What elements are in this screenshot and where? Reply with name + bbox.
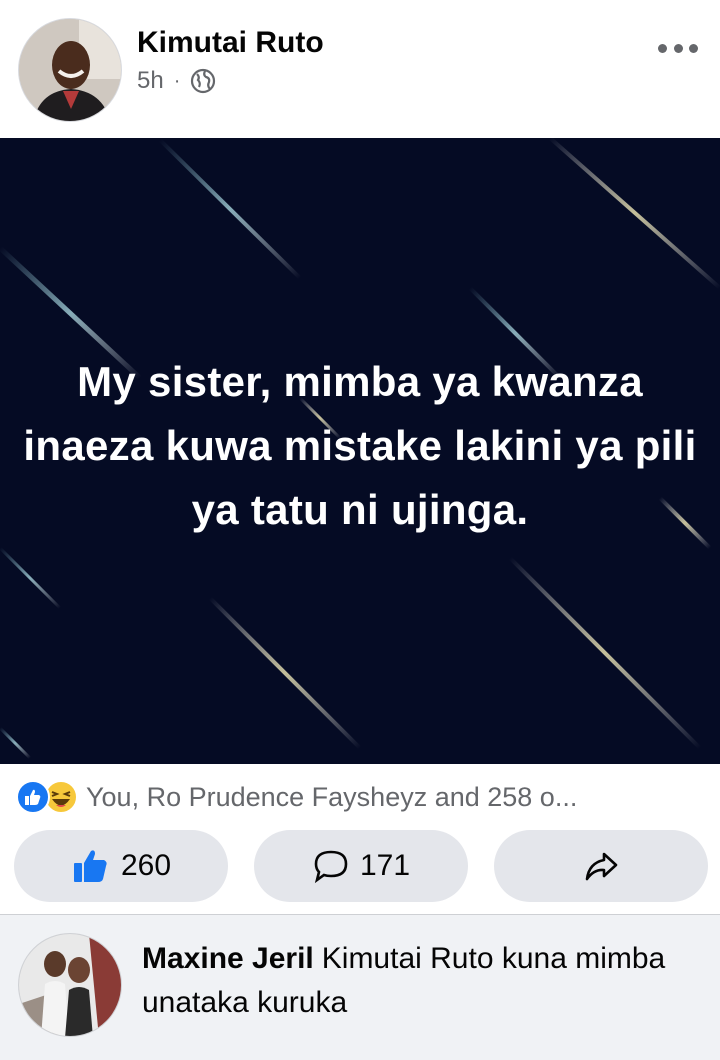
post-image-text: My sister, mimba ya kwanza inaeza kuwa m…: [23, 358, 697, 533]
post-image[interactable]: My sister, mimba ya kwanza inaeza kuwa m…: [0, 138, 720, 764]
comment-bubble-icon: [312, 847, 350, 885]
author-avatar[interactable]: [18, 18, 122, 122]
comment-count: 171: [359, 849, 411, 882]
globe-icon: [191, 68, 216, 94]
author-name[interactable]: Kimutai Ruto: [137, 26, 324, 60]
author-avatar-image: [19, 19, 121, 121]
reactions-summary[interactable]: You, Ro Prudence Faysheyz and 258 o...: [0, 764, 720, 830]
reactors-summary-text[interactable]: You, Ro Prudence Faysheyz and 258 o...: [86, 782, 686, 813]
post-time[interactable]: 5h: [137, 67, 164, 95]
more-options-icon[interactable]: [658, 38, 698, 58]
like-button[interactable]: 260: [14, 830, 228, 902]
meta-separator: ·: [173, 69, 181, 92]
like-reaction-icon: [16, 780, 50, 814]
post-actions: 260 171: [0, 830, 720, 906]
commenter-avatar-image: [19, 934, 121, 1036]
comment-author[interactable]: Maxine Jeril: [142, 942, 314, 975]
thumbs-up-icon: [71, 846, 111, 886]
comments-section: Maxine Jeril Kimutai Ruto kuna mimba unat…: [0, 915, 720, 1060]
commenter-avatar[interactable]: [18, 933, 122, 1037]
comment-body: Maxine Jeril Kimutai Ruto kuna mimba unat…: [142, 937, 682, 1025]
comment-button[interactable]: 171: [254, 830, 468, 902]
share-arrow-icon: [582, 847, 620, 885]
reaction-icons: [16, 780, 78, 814]
post-header: Kimutai Ruto 5h ·: [0, 0, 720, 138]
post-meta: 5h ·: [137, 66, 216, 96]
like-count: 260: [120, 849, 172, 882]
share-button[interactable]: [494, 830, 708, 902]
